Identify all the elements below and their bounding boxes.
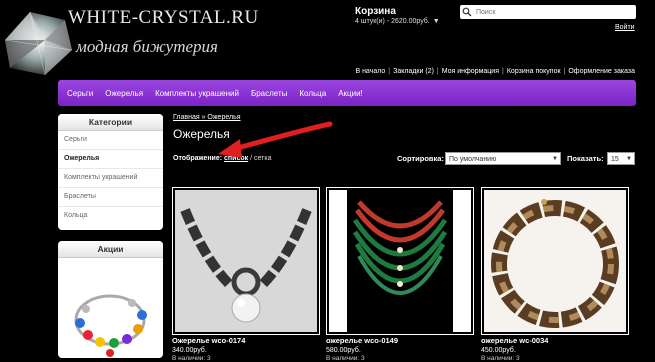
- product-name[interactable]: ожерелье wco-0149: [326, 336, 398, 345]
- product-stock: В наличии: 3: [172, 355, 211, 362]
- categories-title: Категории: [58, 114, 163, 131]
- red-arrow-annotation: [218, 121, 333, 158]
- product-price: 450.00руб.: [481, 347, 516, 354]
- product-price: 340.00руб.: [172, 347, 207, 354]
- login-link[interactable]: Войти: [615, 24, 635, 31]
- product-card[interactable]: [326, 187, 474, 335]
- category-sets[interactable]: Комплекты украшений: [58, 169, 163, 188]
- show-count-select[interactable]: 15 ▼: [607, 152, 635, 165]
- divider: |: [563, 68, 566, 75]
- sort-value: По умолчанию: [449, 156, 497, 163]
- show-value: 15: [611, 156, 619, 163]
- sort-label: Сортировка:: [397, 154, 444, 163]
- product-image-beaded-necklace[interactable]: [329, 190, 471, 332]
- nav-item-bracelets[interactable]: Браслеты: [251, 89, 287, 98]
- promotions-title: Акции: [58, 241, 163, 258]
- nav-item-rings[interactable]: Кольца: [299, 89, 326, 98]
- category-earrings[interactable]: Серьги: [58, 131, 163, 150]
- product-stock: В наличии: 3: [481, 355, 520, 362]
- product-stock: В наличии: 3: [326, 355, 365, 362]
- nav-item-earrings[interactable]: Серьги: [67, 89, 93, 98]
- search-input[interactable]: [476, 5, 631, 19]
- category-necklaces[interactable]: Ожерелья: [58, 150, 163, 169]
- top-links: В начало | Закладки (2) | Моя информация | …: [355, 68, 635, 75]
- search-icon[interactable]: [462, 7, 472, 17]
- product-card[interactable]: [172, 187, 320, 335]
- product-card[interactable]: [481, 187, 629, 335]
- top-link-bookmarks[interactable]: Закладки (2): [393, 68, 434, 75]
- top-link-checkout[interactable]: Оформление заказа: [568, 68, 635, 75]
- cart-title[interactable]: Корзина: [355, 6, 396, 17]
- sort-select[interactable]: По умолчанию ▼: [445, 152, 561, 165]
- product-image-chain-necklace[interactable]: [175, 190, 317, 332]
- top-link-account[interactable]: Моя информация: [442, 68, 499, 75]
- chevron-down-icon: ▼: [626, 156, 632, 162]
- chevron-down-icon: ▼: [552, 156, 558, 162]
- site-title[interactable]: WHITE-CRYSTAL.RU: [68, 7, 259, 29]
- product-price: 580.00руб.: [326, 347, 361, 354]
- categories-box: Категории Серьги Ожерелья Комплекты укра…: [58, 114, 163, 230]
- site-tagline: модная бижутерия: [76, 37, 218, 56]
- divider: |: [502, 68, 504, 75]
- chevron-down-icon: ▼: [432, 18, 440, 25]
- nav-item-sets[interactable]: Комплекты украшений: [155, 89, 239, 98]
- nav-item-necklaces[interactable]: Ожерелья: [105, 89, 143, 98]
- category-rings[interactable]: Кольца: [58, 207, 163, 225]
- divider: |: [436, 68, 439, 75]
- search-box[interactable]: [460, 5, 636, 19]
- product-name[interactable]: Ожерелье wco-0174: [172, 336, 245, 345]
- product-image-tortoise-necklace[interactable]: [484, 190, 626, 332]
- bracelet-promo-image[interactable]: [66, 265, 154, 358]
- top-link-cart[interactable]: Корзина покупок: [507, 68, 561, 75]
- cart-summary[interactable]: 4 штук(и) - 2620.00руб. ▼: [355, 18, 440, 25]
- nav-item-promotions[interactable]: Акции!: [338, 89, 363, 98]
- top-link-home[interactable]: В начало: [355, 68, 385, 75]
- product-name[interactable]: ожерелье wc-0034: [481, 336, 548, 345]
- divider: |: [388, 68, 391, 75]
- cart-summary-text: 4 штук(и) - 2620.00руб.: [355, 18, 430, 25]
- show-label: Показать:: [567, 154, 604, 163]
- crystal-logo-image: [0, 0, 75, 80]
- category-bracelets[interactable]: Браслеты: [58, 188, 163, 207]
- promotions-box: Акции: [58, 241, 163, 358]
- main-nav: Серьги Ожерелья Комплекты украшений Брас…: [58, 80, 636, 106]
